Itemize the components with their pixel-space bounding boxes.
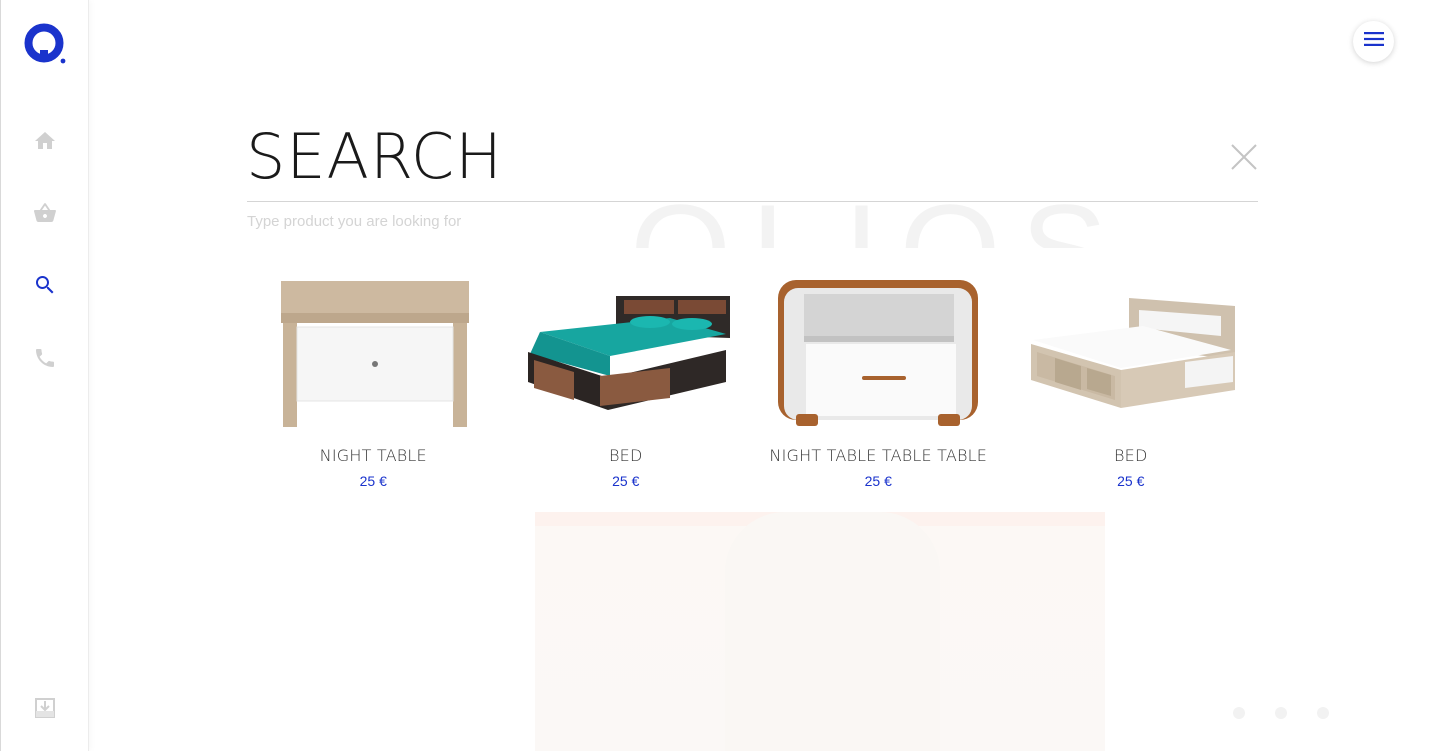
menu-button[interactable] <box>1353 21 1394 62</box>
product-name: NIGHT TABLE TABLE TABLE <box>769 446 988 465</box>
product-name: NIGHT TABLE <box>319 446 427 465</box>
close-icon[interactable] <box>1230 143 1258 171</box>
product-card[interactable]: BED 25 € <box>500 248 753 512</box>
product-price: 25 € <box>1117 473 1145 489</box>
bed-image <box>1025 274 1237 434</box>
search-title: SEARCH <box>246 120 503 193</box>
night-table-image <box>267 274 479 434</box>
product-price: 25 € <box>359 473 387 489</box>
product-name: BED <box>608 446 643 465</box>
product-card[interactable]: NIGHT TABLE TABLE TABLE 25 € <box>752 248 1005 512</box>
night-table-image <box>772 274 984 434</box>
bed-image <box>520 274 732 434</box>
download-icon[interactable] <box>32 695 58 721</box>
search-input[interactable] <box>247 209 847 233</box>
search-divider <box>247 201 1258 202</box>
product-card[interactable]: NIGHT TABLE 25 € <box>247 248 500 512</box>
product-name: BED <box>1113 446 1148 465</box>
hero-photo <box>535 512 1105 751</box>
slider-dot[interactable] <box>1233 707 1245 719</box>
logo-ring-icon[interactable] <box>23 22 69 68</box>
product-price: 25 € <box>864 473 892 489</box>
search-results: NIGHT TABLE 25 € BED 25 € NIGHT TABLE TA… <box>247 248 1257 512</box>
basket-icon[interactable] <box>32 200 58 226</box>
hamburger-icon <box>1363 32 1384 51</box>
product-card[interactable]: BED 25 € <box>1005 248 1258 512</box>
slider-dot[interactable] <box>1275 707 1287 719</box>
chair-image <box>725 512 940 751</box>
sidebar <box>0 0 89 751</box>
slider-dot[interactable] <box>1317 707 1329 719</box>
home-icon[interactable] <box>32 128 58 154</box>
product-price: 25 € <box>612 473 640 489</box>
phone-icon[interactable] <box>32 345 58 371</box>
search-icon[interactable] <box>32 272 58 298</box>
slider-dots <box>1233 707 1329 719</box>
